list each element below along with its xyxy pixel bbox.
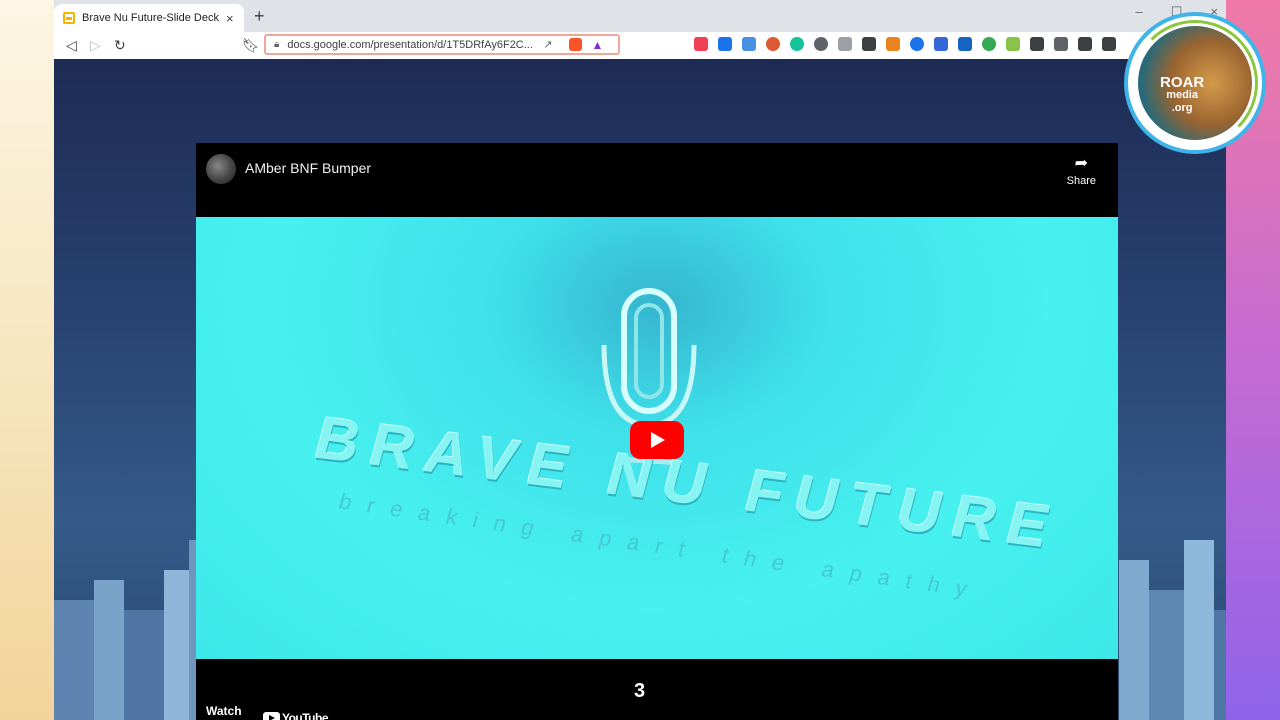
slide-background: AMber BNF Bumper ➦ Share BRAVE NU FUTURE… bbox=[54, 59, 1226, 720]
speed-icon[interactable] bbox=[814, 37, 828, 51]
browser-window: Brave Nu Future-Slide Deck 1-58 × + – ☐ … bbox=[54, 0, 1226, 720]
share-arrow-icon: ➦ bbox=[1074, 155, 1089, 172]
share-button[interactable]: ➦ Share bbox=[1067, 153, 1096, 187]
channel-avatar[interactable] bbox=[206, 154, 236, 184]
browser-tab[interactable]: Brave Nu Future-Slide Deck 1-58 × bbox=[54, 4, 244, 32]
watch-on-label: Watch on bbox=[206, 704, 242, 720]
duckduckgo-icon[interactable] bbox=[766, 37, 780, 51]
youtube-play-icon bbox=[262, 712, 280, 720]
youtube-wordmark: YouTube bbox=[281, 711, 329, 720]
tab-bar: Brave Nu Future-Slide Deck 1-58 × + – ☐ … bbox=[54, 0, 1226, 32]
logo-text: ROAR media .org bbox=[1160, 74, 1205, 115]
green-extension-icon[interactable] bbox=[982, 37, 996, 51]
tool-icon[interactable] bbox=[862, 37, 876, 51]
extension-icon[interactable] bbox=[718, 37, 732, 51]
logo-line1: ROAR bbox=[1160, 74, 1205, 91]
tab-close-icon[interactable]: × bbox=[226, 11, 234, 26]
circle-extension-icon[interactable] bbox=[910, 37, 924, 51]
pocket-icon[interactable] bbox=[694, 37, 708, 51]
video-thumbnail[interactable]: BRAVE NU FUTURE breaking apart the apath… bbox=[196, 217, 1118, 659]
reload-icon[interactable]: ↻ bbox=[114, 37, 126, 54]
roar-media-logo: ROAR media .org bbox=[1128, 16, 1262, 150]
extensions-bar bbox=[694, 37, 1116, 51]
translate-icon[interactable] bbox=[742, 37, 756, 51]
back-icon[interactable]: ◁ bbox=[66, 37, 77, 54]
grammarly-icon[interactable] bbox=[790, 37, 804, 51]
address-bar[interactable]: 🔒︎ docs.google.com/presentation/d/1T5DRf… bbox=[264, 34, 620, 55]
metamask-icon[interactable] bbox=[886, 37, 900, 51]
youtube-logo: YouTube bbox=[262, 711, 329, 720]
video-title[interactable]: AMber BNF Bumper bbox=[245, 160, 371, 176]
logo-line3: .org bbox=[1171, 102, 1193, 114]
forward-icon[interactable]: ▷ bbox=[90, 37, 101, 54]
share-label: Share bbox=[1066, 175, 1096, 187]
reading-list-icon[interactable] bbox=[1054, 37, 1068, 51]
slide-page-number: 3 bbox=[634, 680, 646, 702]
play-button[interactable] bbox=[630, 421, 684, 459]
bookmark-icon[interactable]: 🔖︎ bbox=[242, 37, 260, 54]
new-tab-button[interactable]: + bbox=[254, 6, 265, 27]
minimize-button[interactable]: – bbox=[1136, 4, 1143, 20]
logo-line2: media bbox=[1166, 89, 1198, 101]
slides-favicon-icon bbox=[63, 12, 75, 24]
screenshot-icon[interactable] bbox=[838, 37, 852, 51]
y-extension-icon[interactable] bbox=[958, 37, 972, 51]
watch-on-youtube-button[interactable]: Watch on YouTube bbox=[198, 700, 329, 720]
window-icon[interactable] bbox=[1102, 37, 1116, 51]
lock-icon: 🔒︎ bbox=[274, 39, 280, 50]
brave-rewards-icon[interactable]: ▲ bbox=[592, 38, 604, 52]
brave-shields-icon[interactable] bbox=[568, 38, 582, 51]
puzzle-extensions-icon[interactable] bbox=[1030, 37, 1044, 51]
profile-extension-icon[interactable] bbox=[934, 37, 948, 51]
sidebar-icon[interactable] bbox=[1078, 37, 1092, 51]
leaf-extension-icon[interactable] bbox=[1006, 37, 1020, 51]
player-header: AMber BNF Bumper ➦ Share bbox=[196, 143, 1118, 217]
left-background-strip bbox=[0, 0, 54, 720]
tab-title: Brave Nu Future-Slide Deck 1-58 bbox=[82, 12, 222, 24]
share-page-icon[interactable]: ↗ bbox=[543, 38, 552, 51]
lion-image: ROAR media .org bbox=[1138, 26, 1252, 140]
youtube-embed[interactable]: AMber BNF Bumper ➦ Share BRAVE NU FUTURE… bbox=[196, 143, 1118, 720]
url-text[interactable]: docs.google.com/presentation/d/1T5DRfAy6… bbox=[287, 39, 537, 51]
browser-toolbar: ◁ ▷ ↻ 🔖︎ 🔒︎ docs.google.com/presentation… bbox=[54, 32, 1226, 60]
